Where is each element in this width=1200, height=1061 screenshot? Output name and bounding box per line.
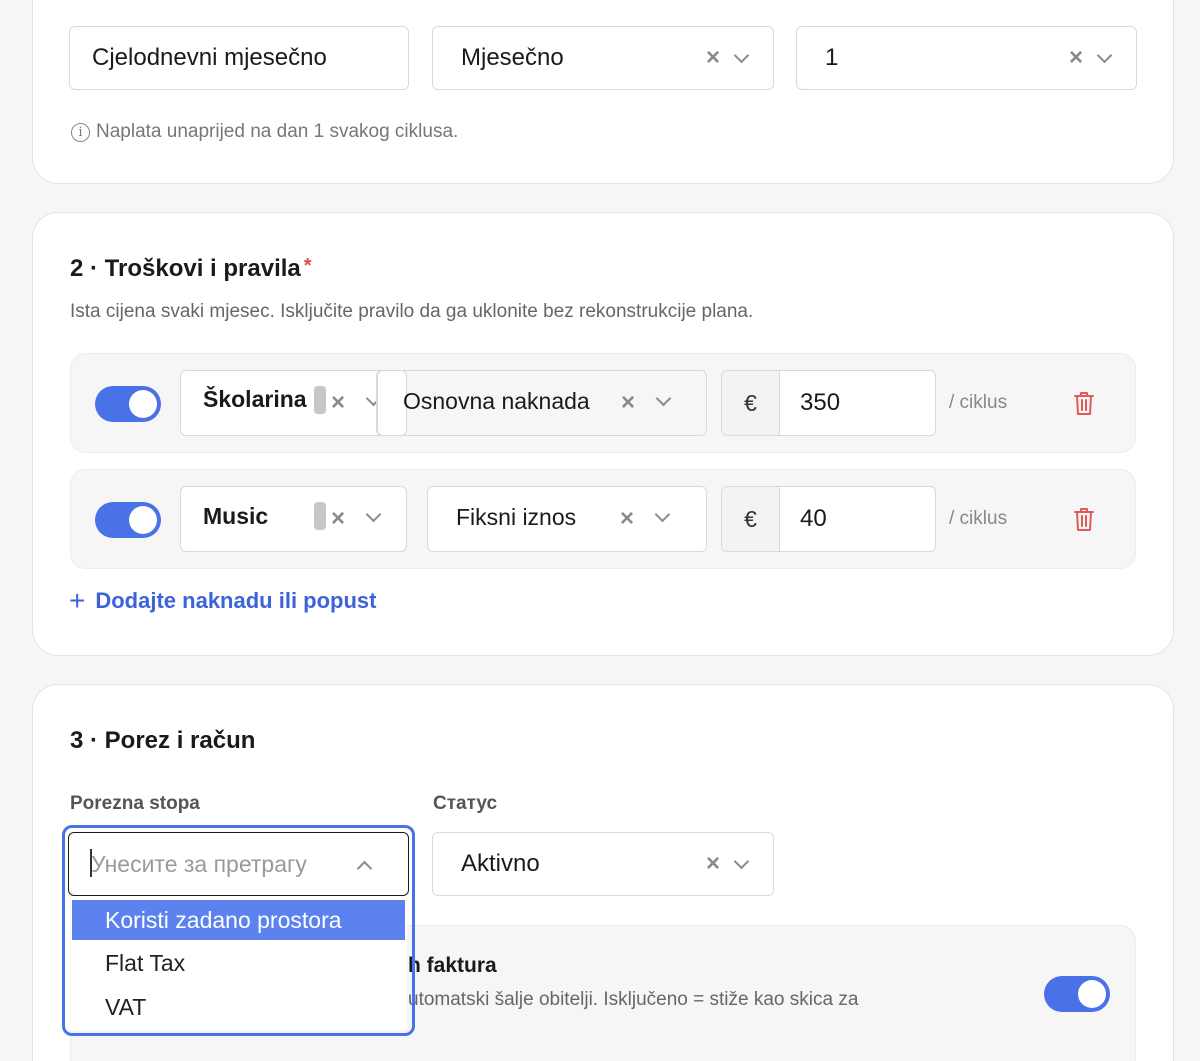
rule-type-value: Osnovna naknada xyxy=(403,388,590,414)
amount-input[interactable]: € 40 xyxy=(721,486,936,552)
tax-rate-dropdown: Koristi zadano prostora Flat Tax VAT xyxy=(70,898,407,1030)
chevron-down-icon[interactable] xyxy=(654,506,671,523)
rule-category-select[interactable]: Music × xyxy=(180,486,407,552)
tax-option[interactable]: Koristi zadano prostora xyxy=(72,900,405,940)
clear-icon[interactable]: × xyxy=(621,391,635,415)
rule-enabled-toggle[interactable] xyxy=(95,502,161,538)
clear-icon[interactable]: × xyxy=(706,852,720,876)
drag-handle[interactable] xyxy=(314,386,326,414)
clear-icon[interactable]: × xyxy=(620,507,634,531)
rule-category-value: Music xyxy=(203,503,269,529)
rule-row: Music × Fiksni iznos × € 40 / ciklus xyxy=(70,469,1136,569)
rule-type-value: Fiksni iznos xyxy=(456,504,577,530)
clear-icon[interactable]: × xyxy=(706,46,720,70)
plan-name-input[interactable]: Cjelodnevni mjesečno xyxy=(69,26,409,90)
status-select[interactable]: Aktivno × xyxy=(432,832,774,896)
drag-handle[interactable] xyxy=(314,502,326,530)
billing-cycle-select[interactable]: Mjesečno × xyxy=(432,26,774,90)
billing-cycle-value: Mjesečno xyxy=(461,44,564,71)
chevron-up-icon[interactable] xyxy=(356,860,373,877)
billing-hint: i Naplata unaprijed na dan 1 svakog cikl… xyxy=(71,121,458,143)
amount-value: 40 xyxy=(800,505,827,532)
per-cycle-label: / ciklus xyxy=(949,508,1008,529)
add-fee-label: Dodajte naknadu ili popust xyxy=(95,588,377,613)
tax-option-label: Koristi zadano prostora xyxy=(105,906,342,933)
invoice-setting-description: utomatski šalje obitelji. Isključeno = s… xyxy=(408,989,859,1010)
section-title: 3 · Porez i račun xyxy=(70,727,256,754)
status-value: Aktivno xyxy=(461,850,540,877)
section-title-text: 2 · Troškovi i pravila xyxy=(70,255,301,282)
section-subtitle: Ista cijena svaki mjesec. Isključite pra… xyxy=(70,301,754,322)
amount-input[interactable]: € 350 xyxy=(721,370,936,436)
tax-option-label: Flat Tax xyxy=(105,949,186,976)
rule-type-select[interactable]: Osnovna naknada × xyxy=(376,370,707,436)
amount-value: 350 xyxy=(800,389,841,416)
plan-name-value: Cjelodnevni mjesečno xyxy=(92,44,327,71)
search-placeholder: Унесите за претрагу xyxy=(91,851,307,877)
auto-send-invoice-toggle[interactable] xyxy=(1044,976,1110,1012)
clear-icon[interactable]: × xyxy=(1069,46,1083,70)
tax-option[interactable]: Flat Tax xyxy=(72,943,405,983)
status-label: Статус xyxy=(433,793,498,814)
currency-symbol: € xyxy=(722,487,780,551)
clear-icon[interactable]: × xyxy=(331,507,345,531)
trash-icon[interactable] xyxy=(1073,390,1095,416)
trash-icon[interactable] xyxy=(1073,506,1095,532)
per-cycle-label: / ciklus xyxy=(949,392,1008,413)
tax-rate-label: Porezna stopa xyxy=(70,793,200,814)
rule-row: Školarina × Osnovna naknada × € 350 / ci… xyxy=(70,353,1136,453)
tax-option-label: VAT xyxy=(105,993,147,1020)
rule-category-select[interactable]: Školarina × xyxy=(180,370,407,436)
rule-category-value: Školarina xyxy=(203,386,307,412)
tax-rate-search-input[interactable]: Унесите за претрагу xyxy=(68,832,409,896)
billing-day-select[interactable]: 1 × xyxy=(796,26,1137,90)
costs-rules-card: 2 · Troškovi i pravila * Ista cijena svak… xyxy=(32,212,1174,656)
add-fee-or-discount-link[interactable]: + Dodajte naknadu ili popust xyxy=(69,587,376,615)
info-icon: i xyxy=(71,122,90,142)
chevron-down-icon[interactable] xyxy=(655,390,672,407)
required-mark: * xyxy=(303,255,312,277)
chevron-down-icon[interactable] xyxy=(733,47,750,63)
chevron-down-icon[interactable] xyxy=(365,506,382,523)
chevron-down-icon[interactable] xyxy=(733,853,750,869)
billing-day-value: 1 xyxy=(825,44,839,71)
invoice-setting-title: h faktura xyxy=(408,954,497,977)
currency-symbol: € xyxy=(722,371,780,435)
chevron-down-icon[interactable] xyxy=(1096,47,1113,63)
clear-icon[interactable]: × xyxy=(331,391,345,415)
rule-enabled-toggle[interactable] xyxy=(95,386,161,422)
rule-type-select[interactable]: Fiksni iznos × xyxy=(427,486,707,552)
section-title: 2 · Troškovi i pravila * xyxy=(70,255,312,283)
tax-option[interactable]: VAT xyxy=(72,987,405,1027)
plan-details-card: Cjelodnevni mjesečno Mjesečno × 1 × i Na… xyxy=(32,0,1174,184)
plus-icon: + xyxy=(69,585,86,616)
billing-hint-text: Naplata unaprijed na dan 1 svakog ciklus… xyxy=(96,121,459,142)
